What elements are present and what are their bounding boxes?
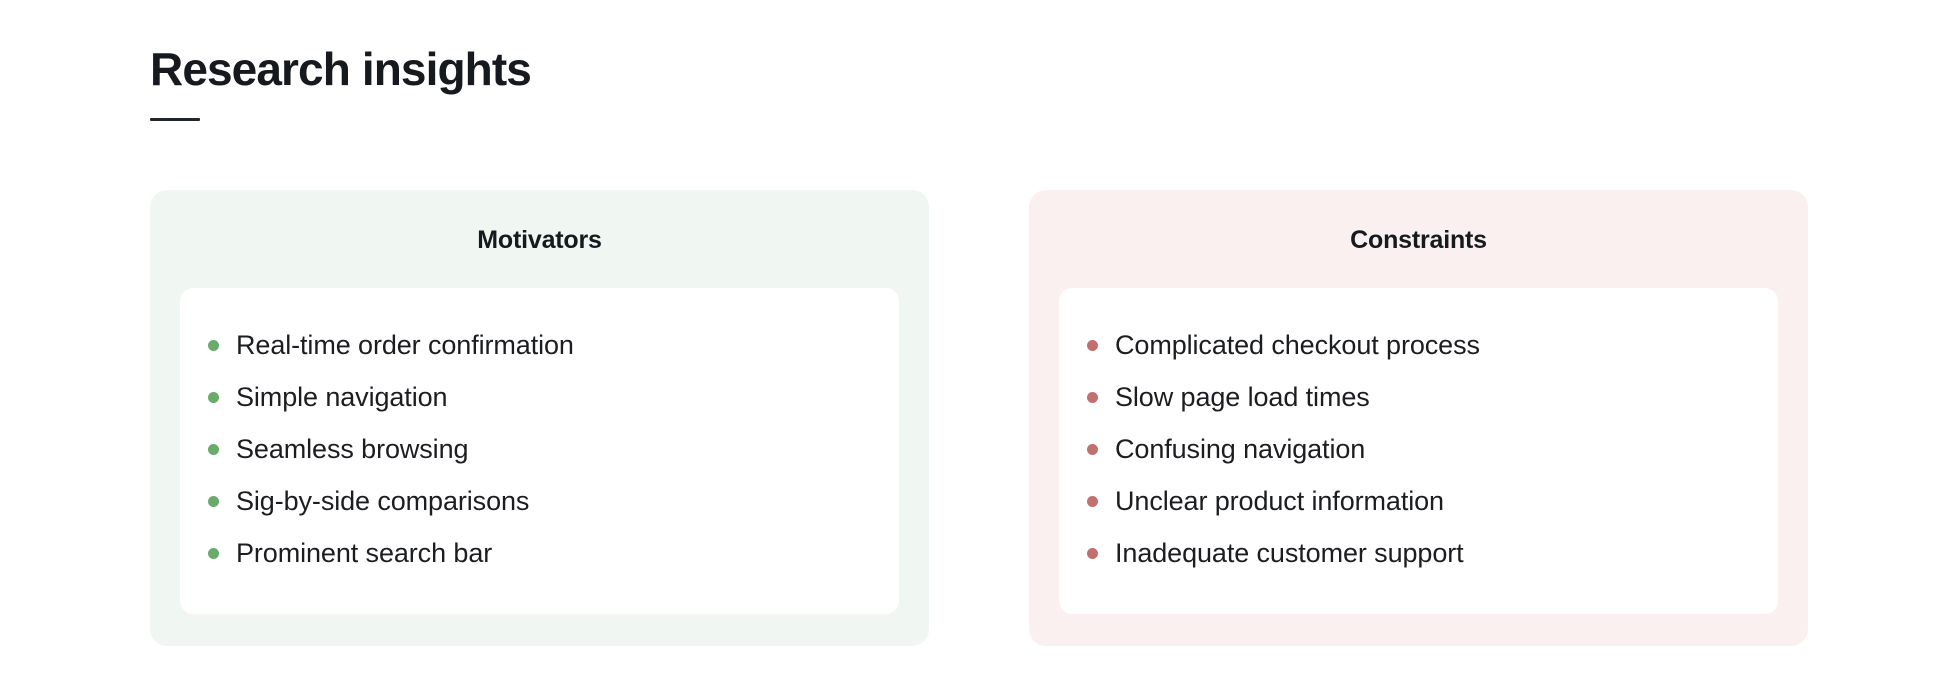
constraints-list: Complicated checkout process Slow page l… [1059,319,1778,579]
card-constraints: Constraints Complicated checkout process… [1029,190,1808,646]
bullet-dot-icon [208,495,219,507]
card-constraints-heading: Constraints [1350,226,1487,254]
card-constraints-body: Complicated checkout process Slow page l… [1059,288,1778,614]
bullet-dot-icon [1087,339,1098,351]
list-item: Slow page load times [1087,371,1778,423]
bullet-dot-icon [1087,391,1098,403]
title-underline-rule [150,118,200,121]
list-item-label: Seamless browsing [236,434,469,464]
list-item-label: Slow page load times [1115,382,1370,412]
card-motivators: Motivators Real-time order confirmation … [150,190,929,646]
list-item-label: Complicated checkout process [1115,330,1480,360]
bullet-dot-icon [1087,495,1098,507]
card-motivators-body: Real-time order confirmation Simple navi… [180,288,899,614]
list-item-label: Prominent search bar [236,538,493,568]
list-item-label: Simple navigation [236,382,448,412]
list-item: Unclear product information [1087,475,1778,527]
list-item: Confusing navigation [1087,423,1778,475]
bullet-dot-icon [208,339,219,351]
page-header: Research insights [150,40,1810,121]
card-motivators-heading: Motivators [477,226,602,254]
bullet-dot-icon [208,391,219,403]
list-item: Complicated checkout process [1087,319,1778,371]
bullet-dot-icon [208,443,219,455]
list-item-label: Sig-by-side comparisons [236,486,530,516]
research-insights-page: Research insights Motivators Real-time o… [0,0,1960,699]
list-item: Prominent search bar [208,527,899,579]
list-item: Seamless browsing [208,423,899,475]
list-item-label: Confusing navigation [1115,434,1366,464]
page-title: Research insights [150,43,532,95]
motivators-list: Real-time order confirmation Simple navi… [180,319,899,579]
bullet-dot-icon [1087,547,1098,559]
bullet-dot-icon [208,547,219,559]
list-item-label: Unclear product information [1115,486,1444,516]
list-item-label: Inadequate customer support [1115,538,1464,568]
list-item: Simple navigation [208,371,899,423]
list-item-label: Real-time order confirmation [236,330,574,360]
list-item: Real-time order confirmation [208,319,899,371]
list-item: Inadequate customer support [1087,527,1778,579]
list-item: Sig-by-side comparisons [208,475,899,527]
insight-cards-row: Motivators Real-time order confirmation … [150,190,1808,646]
bullet-dot-icon [1087,443,1098,455]
